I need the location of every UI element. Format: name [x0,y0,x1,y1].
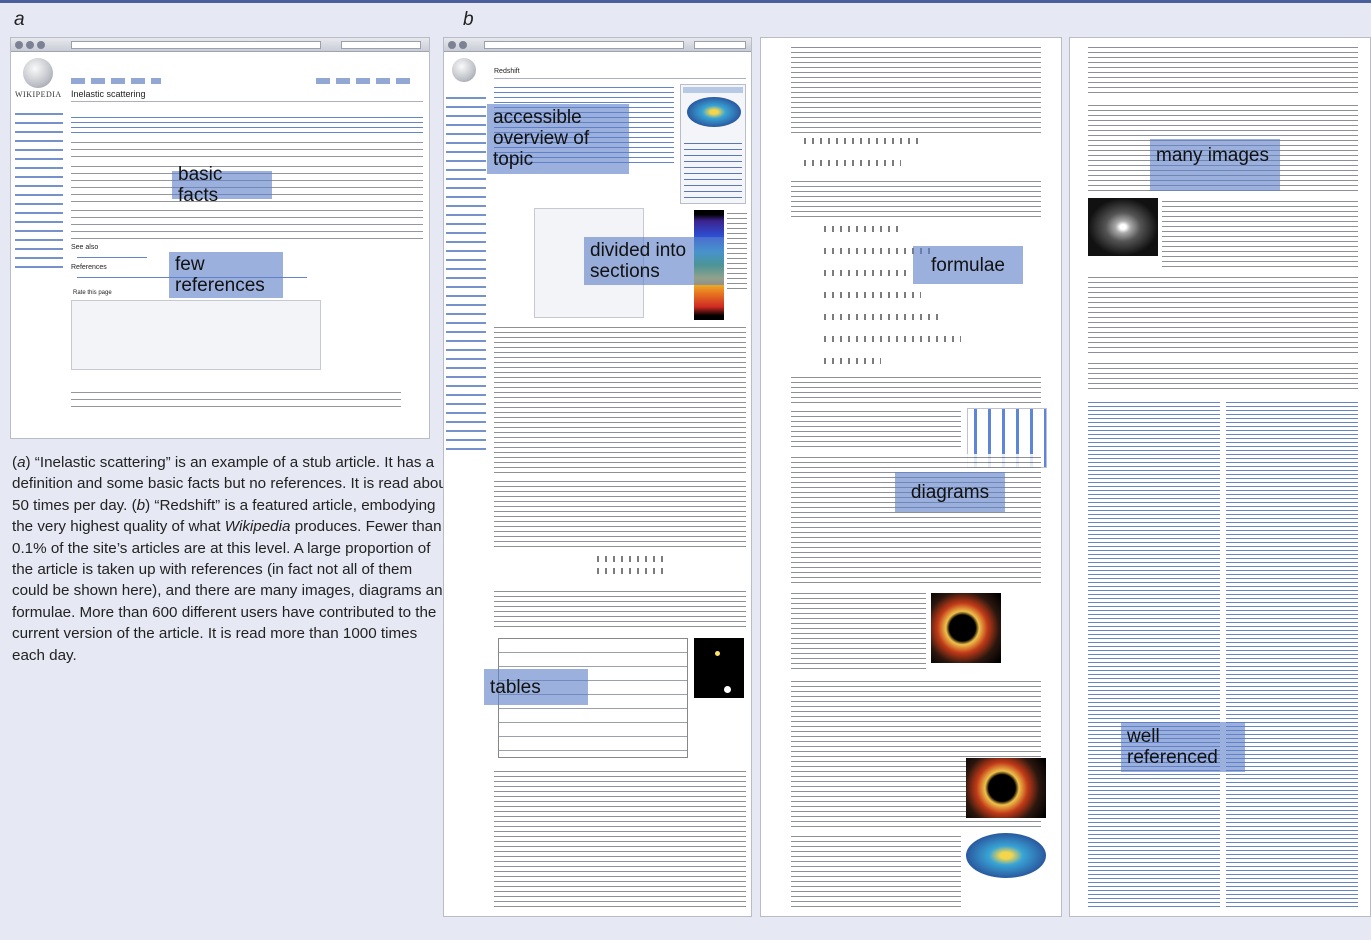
doppler-section [494,768,746,908]
top-rule [0,0,1371,3]
overlay-diagrams: diagrams [895,472,1005,512]
formula [801,138,921,144]
overlay-divided-into-sections: divided into sections [584,237,724,285]
article-tabs [71,78,161,84]
references-list-right [1226,400,1358,910]
search-box [694,41,746,49]
overlay-tables: tables [484,669,588,705]
body-paragraph [71,206,423,240]
star-image [694,638,744,698]
back-icon [448,41,456,49]
extragalactic-section [791,833,961,908]
formula [821,226,901,232]
cmb-image [966,833,1046,878]
overlay-accessible-overview: accessible overview of topic [487,104,629,174]
figure-caption: (a) “Inelastic scattering” is an example… [12,454,452,664]
sidebar-nav [446,94,486,454]
panel-a-label: a [14,9,25,30]
formula [821,292,921,298]
title-rule [494,78,746,79]
gravitational-image [931,593,1001,663]
gravitational-section [791,590,926,670]
references-list-left [1088,400,1220,910]
wikipedia-wordmark: WIKIPEDIA [15,90,62,99]
browser-toolbar [11,38,429,52]
infobox-caption [683,87,743,93]
address-bar [71,41,321,49]
panel-b-label: b [463,9,474,30]
redshift-survey-image [1088,198,1158,256]
overlay-formulae: formulae [913,246,1023,284]
back-icon [15,41,23,49]
forward-icon [459,41,467,49]
effects-section [1088,274,1358,354]
address-bar [484,41,684,49]
expansion-section [791,44,1041,134]
caption-b-text-2: produces. Fewer than 0.1% of the site’s … [12,518,451,664]
wikipedia-globe-icon [452,58,476,82]
black-hole-image [966,758,1046,818]
caption-b-label: b [136,496,146,514]
references-heading: References [71,264,107,271]
infobox-rows [684,140,742,200]
forward-icon [26,41,34,49]
image-caption [727,210,747,290]
see-also-heading: See also [71,244,99,251]
formula [821,314,941,320]
infobox [680,84,746,204]
body-text [1088,44,1358,94]
reload-icon [37,41,45,49]
history-section [494,324,746,474]
formula [594,556,664,562]
body-text [494,588,746,628]
lead-paragraph [71,114,423,134]
measurement-section [494,478,746,548]
wikipedia-globe-icon [23,58,53,88]
formula [801,160,901,166]
body-text [791,408,961,448]
sky-map-image [687,97,741,127]
overlay-well-referenced: well referenced [1121,722,1245,772]
formula [821,336,961,342]
rating-widget [71,300,321,370]
formula [821,270,911,276]
overlay-many-images: many images [1150,139,1280,191]
panel-a-screenshot: WIKIPEDIA Inelastic scattering See also … [10,37,430,439]
surveys-section [1162,198,1358,268]
sidebar-nav [15,110,63,270]
body-paragraph [71,138,423,158]
body-text [791,178,1041,218]
formula [594,568,664,574]
title-rule [71,101,423,102]
view-tabs [316,78,416,84]
body-text [791,374,1041,404]
caption-a-label: a [17,454,26,471]
formula [821,358,881,364]
overlay-few-references: few references [169,252,283,298]
overlay-basic-facts: basic facts [172,164,272,206]
body-text [1088,360,1358,390]
caption-wikipedia: Wikipedia [224,518,291,536]
rate-heading: Rate this page [73,290,112,296]
article-title: Redshift [494,68,520,75]
browser-toolbar [444,38,751,52]
see-also-list [77,254,147,260]
footer-text [71,388,401,408]
article-title: Inelastic scattering [71,89,146,99]
search-box [341,41,421,49]
